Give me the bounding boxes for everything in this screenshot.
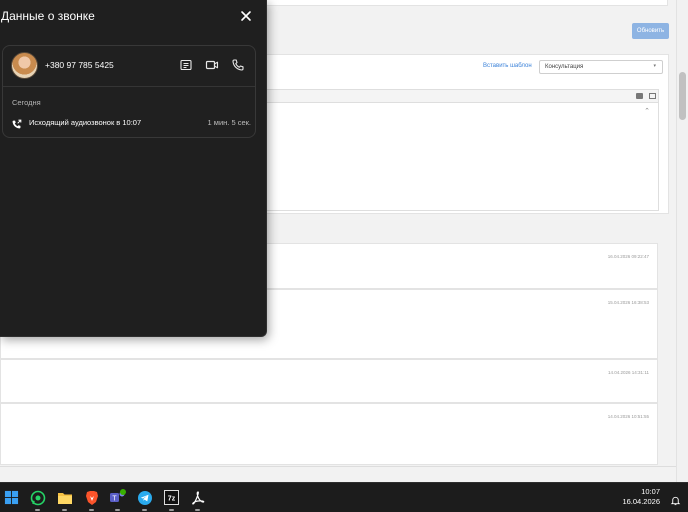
- history-timestamp: 14.04.2026 14:31:11: [608, 370, 649, 375]
- call-duration: 1 мин. 5 сек.: [207, 118, 251, 127]
- message-icon[interactable]: [179, 58, 193, 72]
- refresh-button[interactable]: Обновить: [632, 23, 669, 39]
- clock-date: 16.04.2026: [622, 496, 660, 506]
- section-date-label: Сегодня: [12, 98, 41, 107]
- history-timestamp: 15.04.2026 16:38:53: [607, 300, 649, 305]
- video-call-icon[interactable]: [205, 58, 219, 72]
- acrobat-icon[interactable]: [189, 489, 206, 511]
- running-indicator: [62, 509, 67, 511]
- running-indicator: [89, 509, 94, 511]
- call-log-item[interactable]: Исходящий аудиозвонок в 10:07 1 мин. 5 с…: [11, 116, 251, 130]
- outgoing-call-icon: [11, 117, 22, 129]
- chevron-down-icon: ▾: [653, 63, 656, 69]
- history-row[interactable]: 14.04.2026 10:51:55: [0, 403, 658, 465]
- phone-icon[interactable]: [231, 58, 245, 72]
- history-timestamp: 14.04.2026 10:51:55: [607, 414, 649, 419]
- notification-bell-icon[interactable]: [670, 493, 681, 506]
- running-indicator: [169, 509, 174, 511]
- running-indicator: [35, 509, 40, 511]
- teams-icon[interactable]: T: [109, 489, 126, 511]
- insert-template-link[interactable]: Вставить шаблон: [483, 63, 532, 69]
- chevron-up-icon[interactable]: ⌃: [644, 107, 650, 115]
- template-select[interactable]: Консультация ▾: [539, 60, 663, 74]
- running-indicator: [195, 509, 200, 511]
- running-indicator: [142, 509, 147, 511]
- contact-card: +380 97 785 5425 Сегодня Исходящий аудио…: [2, 45, 256, 138]
- close-icon[interactable]: [240, 9, 252, 21]
- contact-phone-number: +380 97 785 5425: [45, 60, 114, 70]
- call-description: Исходящий аудиозвонок в 10:07: [29, 118, 142, 127]
- running-indicator: [115, 509, 120, 511]
- keyboard-icon[interactable]: [636, 93, 643, 99]
- avatar[interactable]: [11, 52, 38, 79]
- whatsapp-icon[interactable]: [29, 489, 46, 511]
- taskbar: T 7z 10:07 16.04.2026: [0, 482, 688, 512]
- panel-title: Данные о звонке: [1, 9, 95, 23]
- page-scrollbar[interactable]: [676, 0, 688, 482]
- call-details-panel: Данные о звонке +380 97 785 5425 Сегодня…: [0, 0, 267, 337]
- svg-text:T: T: [112, 496, 117, 503]
- start-icon[interactable]: [3, 489, 20, 506]
- clock-time: 10:07: [641, 487, 660, 496]
- file-explorer-icon[interactable]: [56, 489, 73, 511]
- bottom-scroll-area: [0, 466, 676, 482]
- template-select-value: Консультация: [545, 64, 584, 70]
- system-clock[interactable]: 10:07 16.04.2026: [622, 487, 660, 506]
- scrollbar-thumb[interactable]: [679, 72, 686, 120]
- svg-text:7z: 7z: [168, 496, 176, 503]
- history-row[interactable]: 14.04.2026 14:31:11: [0, 359, 658, 403]
- fullscreen-icon[interactable]: [649, 93, 656, 99]
- telegram-icon[interactable]: [136, 489, 153, 511]
- divider: [3, 86, 255, 87]
- history-timestamp: 16.04.2026 09:22:47: [607, 254, 649, 259]
- brave-browser-icon[interactable]: [83, 489, 100, 511]
- 7zip-icon[interactable]: 7z: [163, 489, 180, 511]
